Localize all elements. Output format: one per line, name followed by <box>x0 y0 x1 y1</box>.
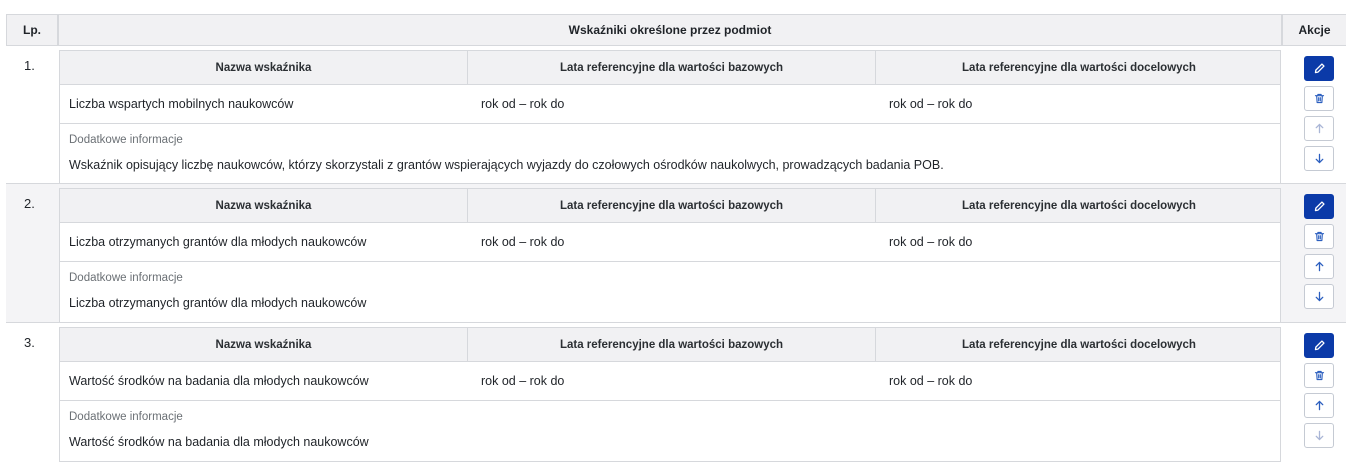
name-column-label: Nazwa wskaźnika <box>215 62 312 74</box>
baseline-years-value: rok od – rok do <box>481 374 565 388</box>
additional-info-text: Wartość środków na badania dla młodych n… <box>69 435 369 449</box>
table-row: 2. Nazwa wskaźnika Lata referencyjne dla… <box>6 184 1346 323</box>
delete-button[interactable] <box>1304 363 1334 388</box>
arrow-down-icon <box>1315 153 1323 164</box>
column-header-lp: Lp. <box>6 14 58 46</box>
trash-icon <box>1314 370 1324 381</box>
trash-icon <box>1314 93 1324 104</box>
additional-info-label: Dodatkowe informacje <box>69 411 183 423</box>
indicator-values: Liczba wspartych mobilnych naukowców rok… <box>60 85 1280 124</box>
row-number: 2. <box>24 196 35 211</box>
delete-button[interactable] <box>1304 86 1334 111</box>
baseline-years-column-label: Lata referencyjne dla wartości bazowych <box>467 189 875 223</box>
target-years-value: rok od – rok do <box>889 97 973 111</box>
edit-button[interactable] <box>1304 56 1334 81</box>
target-years-column-label: Lata referencyjne dla wartości docelowyc… <box>875 328 1282 362</box>
move-up-button[interactable] <box>1304 116 1334 141</box>
indicator-card: Nazwa wskaźnika Lata referencyjne dla wa… <box>59 188 1281 323</box>
additional-info-label: Dodatkowe informacje <box>69 134 183 146</box>
edit-button[interactable] <box>1304 194 1334 219</box>
target-years-column-label: Lata referencyjne dla wartości docelowyc… <box>875 51 1282 85</box>
additional-info: Dodatkowe informacje Wartość środków na … <box>60 401 1280 461</box>
indicator-values: Liczba otrzymanych grantów dla młodych n… <box>60 223 1280 262</box>
indicator-card: Nazwa wskaźnika Lata referencyjne dla wa… <box>59 327 1281 462</box>
arrow-up-icon <box>1315 261 1323 272</box>
indicator-name: Liczba otrzymanych grantów dla młodych n… <box>69 235 367 249</box>
additional-info: Dodatkowe informacje Liczba otrzymanych … <box>60 262 1280 322</box>
pencil-icon <box>1314 340 1325 351</box>
move-up-button[interactable] <box>1304 254 1334 279</box>
move-down-button[interactable] <box>1304 146 1334 171</box>
move-up-button[interactable] <box>1304 393 1334 418</box>
indicator-card-header: Nazwa wskaźnika Lata referencyjne dla wa… <box>60 189 1280 223</box>
pencil-icon <box>1314 201 1325 212</box>
arrow-down-icon <box>1315 291 1323 302</box>
edit-button[interactable] <box>1304 333 1334 358</box>
indicator-card: Nazwa wskaźnika Lata referencyjne dla wa… <box>59 50 1281 185</box>
indicator-values: Wartość środków na badania dla młodych n… <box>60 362 1280 401</box>
column-header-indicators: Wskaźniki określone przez podmiot <box>58 14 1282 46</box>
move-down-button[interactable] <box>1304 284 1334 309</box>
name-column-label: Nazwa wskaźnika <box>215 339 312 351</box>
move-down-button[interactable] <box>1304 423 1334 448</box>
additional-info-label: Dodatkowe informacje <box>69 272 183 284</box>
indicator-card-header: Nazwa wskaźnika Lata referencyjne dla wa… <box>60 328 1280 362</box>
name-column-label: Nazwa wskaźnika <box>215 200 312 212</box>
column-header-actions: Akcje <box>1282 14 1346 46</box>
additional-info-text: Liczba otrzymanych grantów dla młodych n… <box>69 296 367 310</box>
baseline-years-column-label: Lata referencyjne dla wartości bazowych <box>467 328 875 362</box>
delete-button[interactable] <box>1304 224 1334 249</box>
indicator-name: Liczba wspartych mobilnych naukowców <box>69 97 294 111</box>
row-number: 1. <box>24 58 35 73</box>
target-years-value: rok od – rok do <box>889 235 973 249</box>
indicator-name: Wartość środków na badania dla młodych n… <box>69 374 369 388</box>
additional-info-text: Wskaźnik opisujący liczbę naukowców, któ… <box>69 158 944 172</box>
arrow-up-icon <box>1315 123 1323 134</box>
baseline-years-value: rok od – rok do <box>481 235 565 249</box>
target-years-column-label: Lata referencyjne dla wartości docelowyc… <box>875 189 1282 223</box>
arrow-down-icon <box>1315 430 1323 441</box>
table-row: 1. Nazwa wskaźnika Lata referencyjne dla… <box>6 46 1346 185</box>
indicator-card-header: Nazwa wskaźnika Lata referencyjne dla wa… <box>60 51 1280 85</box>
arrow-up-icon <box>1315 400 1323 411</box>
pencil-icon <box>1314 63 1325 74</box>
baseline-years-column-label: Lata referencyjne dla wartości bazowych <box>467 51 875 85</box>
table-row: 3. Nazwa wskaźnika Lata referencyjne dla… <box>6 323 1346 462</box>
additional-info: Dodatkowe informacje Wskaźnik opisujący … <box>60 124 1280 184</box>
table-header: Lp. Wskaźniki określone przez podmiot Ak… <box>0 0 1346 46</box>
trash-icon <box>1314 231 1324 242</box>
row-number: 3. <box>24 335 35 350</box>
baseline-years-value: rok od – rok do <box>481 97 565 111</box>
target-years-value: rok od – rok do <box>889 374 973 388</box>
